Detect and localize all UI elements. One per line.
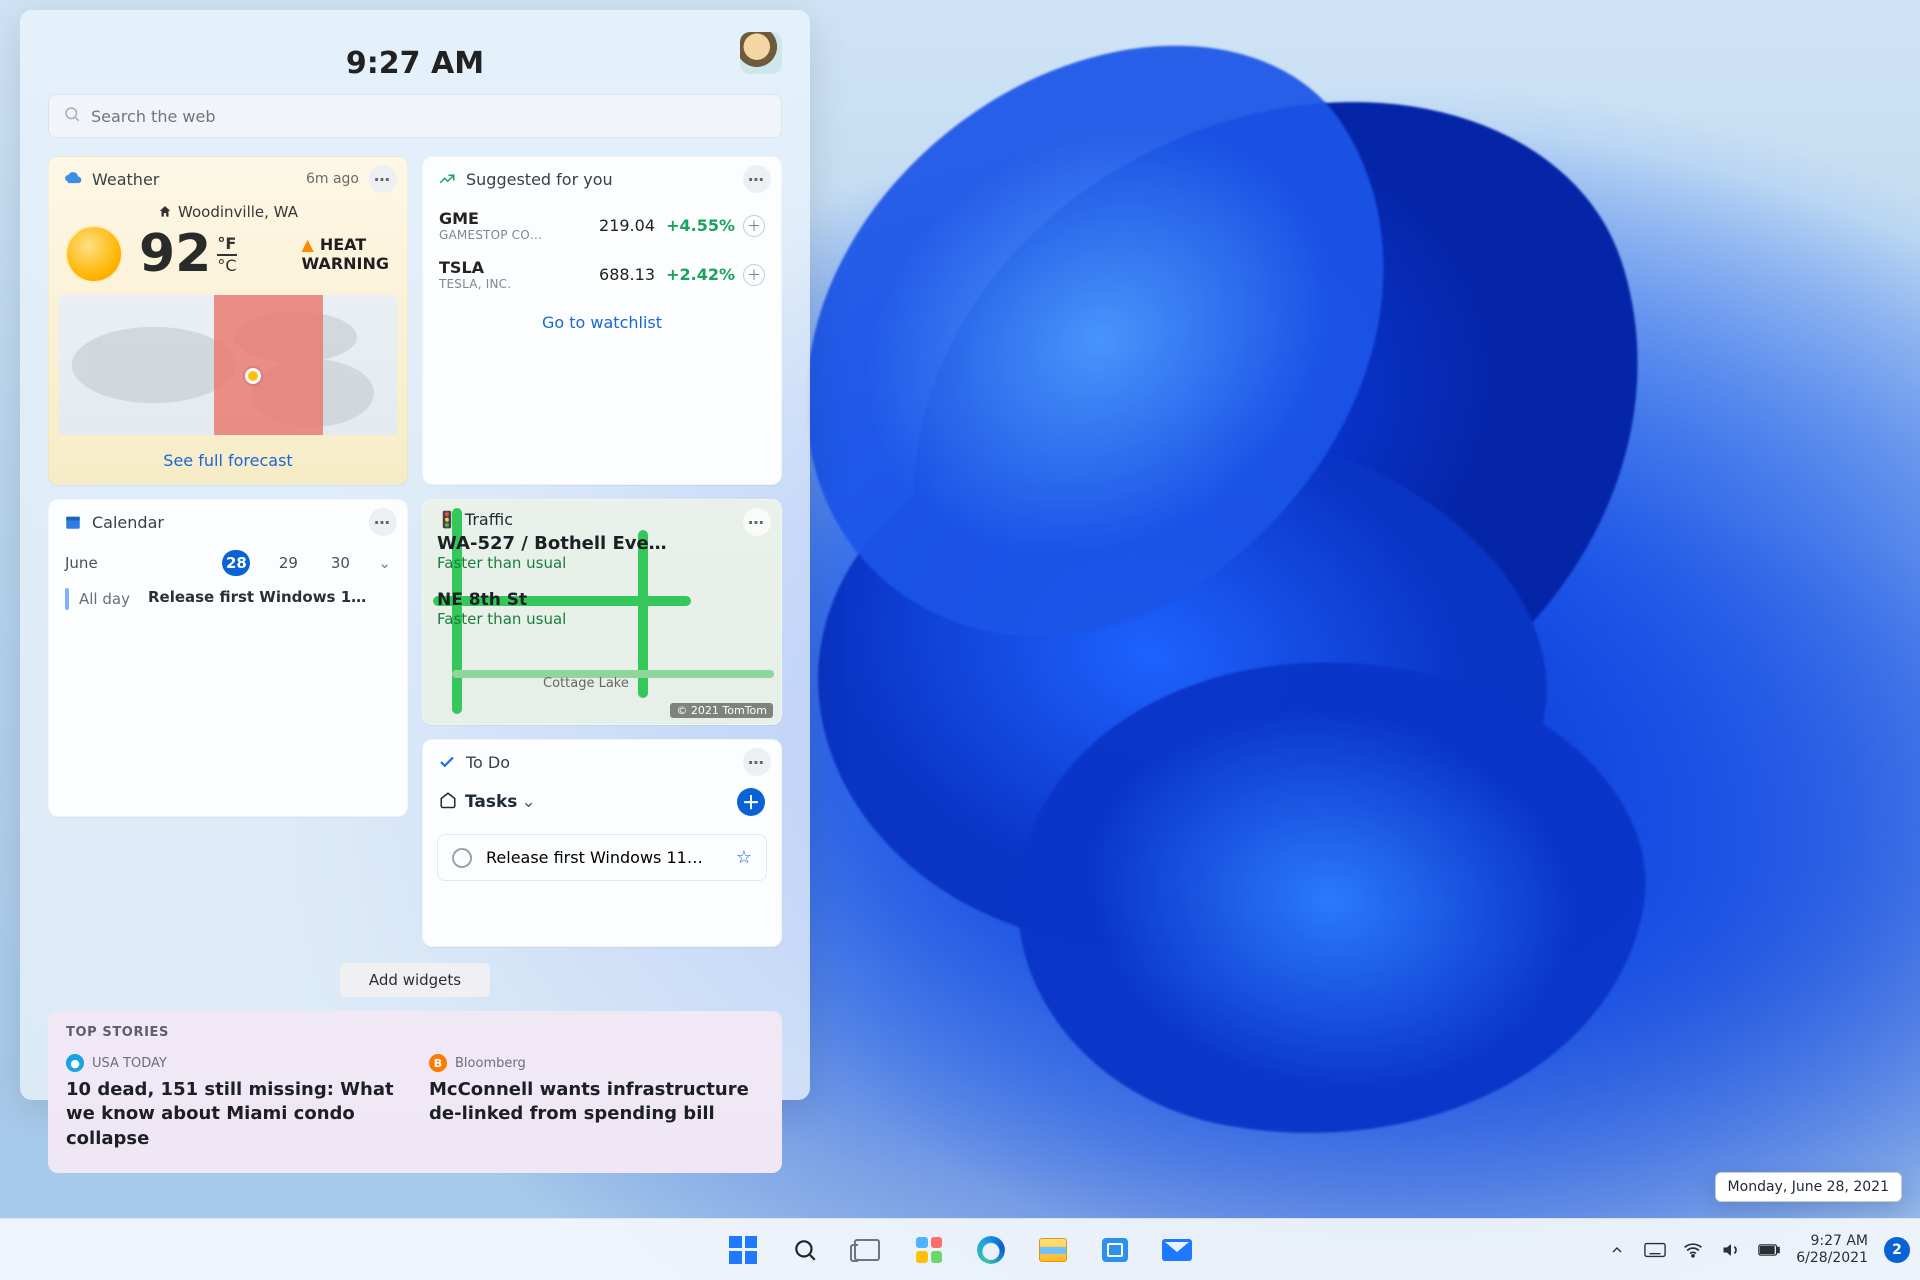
weather-temp: 92 °F°C: [139, 228, 237, 280]
map-label: Cottage Lake: [543, 676, 629, 691]
taskbar-search-button[interactable]: [779, 1224, 831, 1276]
weather-title: Weather: [92, 170, 159, 189]
taskbar-clock[interactable]: 9:27 AM 6/28/2021: [1796, 1233, 1868, 1265]
todo-list-name[interactable]: Tasks: [465, 792, 517, 812]
search-input[interactable]: [91, 107, 767, 126]
search-icon: [63, 105, 81, 127]
volume-icon[interactable]: [1720, 1239, 1742, 1261]
add-task-button[interactable]: ＋: [737, 788, 765, 816]
traffic-widget[interactable]: ⋯ 🚦Traffic WA-527 / Bothell Eve… Faster …: [422, 499, 782, 725]
todo-widget[interactable]: To Do ⋯ Tasks ⌄ ＋ Release first Windows …: [422, 739, 782, 947]
add-widgets-button[interactable]: Add widgets: [340, 963, 490, 997]
top-stories-header: TOP STORIES: [66, 1025, 764, 1040]
task-checkbox[interactable]: [452, 848, 472, 868]
weather-map[interactable]: [59, 295, 397, 435]
widgets-panel: 9:27 AM Weather 6m ago ⋯: [20, 10, 810, 1100]
home-icon: [439, 791, 457, 814]
system-tray: 9:27 AM 6/28/2021 2: [1606, 1233, 1910, 1265]
traffic-status: Faster than usual: [437, 610, 767, 628]
calendar-day[interactable]: 30: [326, 554, 354, 572]
task-text: Release first Windows 11…: [486, 848, 703, 867]
watchlist-link[interactable]: Go to watchlist: [423, 299, 781, 350]
news-story[interactable]: B Bloomberg McConnell wants infrastructur…: [429, 1054, 764, 1151]
edge-button[interactable]: [965, 1224, 1017, 1276]
traffic-title: Traffic: [465, 510, 513, 529]
story-headline: McConnell wants infrastructure de-linked…: [429, 1078, 764, 1127]
todo-item[interactable]: Release first Windows 11… ☆: [437, 834, 767, 881]
traffic-route: NE 8th St: [437, 590, 767, 610]
search-box[interactable]: [48, 94, 782, 138]
todo-more-button[interactable]: ⋯: [743, 748, 771, 776]
publisher-name: Bloomberg: [455, 1056, 526, 1071]
start-button[interactable]: [717, 1224, 769, 1276]
profile-avatar[interactable]: [740, 32, 782, 74]
see-forecast-link[interactable]: See full forecast: [49, 443, 407, 484]
story-headline: 10 dead, 151 still missing: What we know…: [66, 1078, 401, 1151]
calendar-more-button[interactable]: ⋯: [369, 508, 397, 536]
calendar-icon: [63, 512, 83, 532]
notifications-badge[interactable]: 2: [1884, 1237, 1910, 1263]
news-story[interactable]: ● USA TODAY 10 dead, 151 still missing: W…: [66, 1054, 401, 1151]
publisher-name: USA TODAY: [92, 1056, 167, 1071]
weather-widget[interactable]: Weather 6m ago ⋯ Woodinville, WA 92 °F°C…: [48, 156, 408, 485]
calendar-allday: All day: [79, 590, 130, 608]
todo-title: To Do: [466, 753, 510, 772]
wifi-icon[interactable]: [1682, 1239, 1704, 1261]
add-stock-button[interactable]: ＋: [743, 264, 765, 286]
calendar-month: June: [65, 554, 98, 572]
traffic-status: Faster than usual: [437, 554, 767, 572]
date-tooltip: Monday, June 28, 2021: [1715, 1172, 1902, 1202]
desktop[interactable]: 9:27 AM Weather 6m ago ⋯: [0, 0, 1920, 1280]
calendar-event[interactable]: Release first Windows 1…: [148, 588, 366, 610]
taskbar: 9:27 AM 6/28/2021 2: [0, 1218, 1920, 1280]
file-explorer-button[interactable]: [1027, 1224, 1079, 1276]
tray-overflow-icon[interactable]: [1606, 1239, 1628, 1261]
stock-row[interactable]: GME GAMESTOP CO… 219.04 +4.55% ＋: [423, 201, 781, 250]
keyboard-icon[interactable]: [1644, 1239, 1666, 1261]
stocks-widget[interactable]: Suggested for you ⋯ GME GAMESTOP CO… 219…: [422, 156, 782, 485]
widgets-button[interactable]: [903, 1224, 955, 1276]
calendar-widget[interactable]: Calendar ⋯ June 28 29 30 ⌄ All day Relea…: [48, 499, 408, 817]
todo-icon: [437, 752, 457, 772]
calendar-title: Calendar: [92, 513, 164, 532]
task-view-button[interactable]: [841, 1224, 893, 1276]
traffic-route: WA-527 / Bothell Eve…: [437, 533, 767, 554]
chevron-down-icon[interactable]: ⌄: [521, 792, 535, 812]
stocks-more-button[interactable]: ⋯: [743, 165, 771, 193]
calendar-expand-icon[interactable]: ⌄: [378, 554, 391, 572]
weather-age: 6m ago: [306, 171, 359, 187]
map-pin-icon: [245, 368, 261, 384]
star-icon[interactable]: ☆: [736, 847, 752, 868]
battery-icon[interactable]: [1758, 1239, 1780, 1261]
stocks-icon: [437, 169, 457, 189]
stocks-title: Suggested for you: [466, 170, 613, 189]
sun-icon: [67, 227, 121, 281]
calendar-day[interactable]: 29: [274, 554, 302, 572]
weather-more-button[interactable]: ⋯: [369, 165, 397, 193]
mail-button[interactable]: [1151, 1224, 1203, 1276]
traffic-icon: 🚦: [437, 510, 457, 529]
top-stories-widget[interactable]: TOP STORIES ● USA TODAY 10 dead, 151 stil…: [48, 1011, 782, 1173]
publisher-icon: ●: [66, 1054, 84, 1072]
publisher-icon: B: [429, 1054, 447, 1072]
panel-clock: 9:27 AM: [346, 46, 484, 81]
stock-row[interactable]: TSLA TESLA, INC. 688.13 +2.42% ＋: [423, 250, 781, 299]
map-copyright: © 2021 TomTom: [670, 703, 773, 718]
weather-location: Woodinville, WA: [49, 203, 407, 221]
add-stock-button[interactable]: ＋: [743, 215, 765, 237]
calendar-day[interactable]: 28: [222, 550, 250, 576]
store-button[interactable]: [1089, 1224, 1141, 1276]
heat-warning: ▲HEAT WARNING: [302, 235, 390, 273]
weather-icon: [63, 169, 83, 189]
